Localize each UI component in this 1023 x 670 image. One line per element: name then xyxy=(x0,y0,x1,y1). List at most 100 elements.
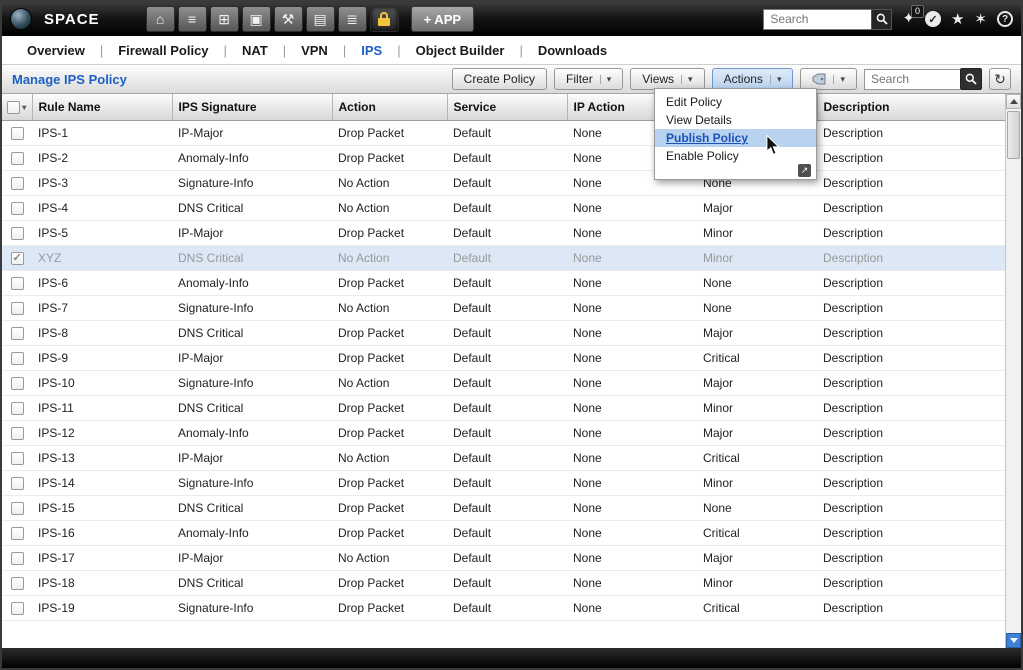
column-header-rule-name[interactable]: Rule Name xyxy=(32,94,173,121)
row-checkbox[interactable] xyxy=(10,151,24,165)
table-row[interactable]: IPS-19 Signature-Info Drop Packet Defaul… xyxy=(2,595,1006,621)
row-checkbox[interactable] xyxy=(10,176,24,190)
tile-devices-button[interactable]: ≡ xyxy=(177,6,207,32)
header-menu-arrow-icon[interactable]: ▾ xyxy=(22,103,26,112)
row-checkbox[interactable] xyxy=(10,201,24,215)
row-checkbox[interactable] xyxy=(10,376,24,390)
actions-dropdown-button[interactable]: Actions ▾ xyxy=(711,68,794,90)
filter-dropdown-button[interactable]: Filter ▾ xyxy=(554,68,624,90)
cell-ips-signature: IP-Major xyxy=(172,345,332,371)
network-status-button[interactable]: ✦ 0 xyxy=(902,5,924,28)
nav-tab-downloads[interactable]: Downloads xyxy=(523,43,622,58)
menu-item-publish-policy[interactable]: Publish Policy xyxy=(655,129,816,147)
menu-item-view-details[interactable]: View Details xyxy=(655,111,816,129)
table-row[interactable]: IPS-8 DNS Critical Drop Packet Default N… xyxy=(2,320,1006,346)
cell-ips-signature: DNS Critical xyxy=(172,495,332,521)
column-header-action[interactable]: Action xyxy=(332,94,448,121)
tile-images-button[interactable]: ▣ xyxy=(241,6,271,32)
scroll-up-button[interactable] xyxy=(1006,94,1021,109)
table-row[interactable]: IPS-11 DNS Critical Drop Packet Default … xyxy=(2,395,1006,421)
tag-dropdown-button[interactable]: ▾ xyxy=(800,68,857,90)
row-checkbox[interactable] xyxy=(10,126,24,140)
row-checkbox[interactable] xyxy=(10,451,24,465)
row-select-cell xyxy=(2,195,32,221)
star-icon[interactable]: ★ xyxy=(951,12,964,27)
column-header-description[interactable]: Description xyxy=(817,94,1006,121)
table-row[interactable]: IPS-17 IP-Major No Action Default None M… xyxy=(2,545,1006,571)
table-search-input[interactable] xyxy=(864,68,960,90)
table-row[interactable]: IPS-3 Signature-Info No Action Default N… xyxy=(2,170,1006,196)
table-row[interactable]: IPS-15 DNS Critical Drop Packet Default … xyxy=(2,495,1006,521)
global-search-input[interactable] xyxy=(763,8,872,30)
row-checkbox[interactable] xyxy=(10,476,24,490)
nav-tab-overview[interactable]: Overview xyxy=(12,43,100,58)
global-search-button[interactable] xyxy=(871,8,893,30)
nav-tab-nat[interactable]: NAT xyxy=(227,43,283,58)
table-row[interactable]: IPS-14 Signature-Info Drop Packet Defaul… xyxy=(2,470,1006,496)
scroll-thumb[interactable] xyxy=(1007,111,1021,159)
menu-item-enable-policy[interactable]: Enable Policy xyxy=(655,147,816,165)
table-row[interactable]: IPS-1 IP-Major Drop Packet Default None … xyxy=(2,120,1006,146)
cell-action: Drop Packet xyxy=(332,145,447,171)
cell-severity: Major xyxy=(697,545,817,571)
table-row[interactable]: IPS-2 Anomaly-Info Drop Packet Default N… xyxy=(2,145,1006,171)
nav-tab-ips[interactable]: IPS xyxy=(346,43,397,58)
row-checkbox[interactable] xyxy=(10,276,24,290)
nav-tab-vpn[interactable]: VPN xyxy=(286,43,343,58)
table-row[interactable]: IPS-12 Anomaly-Info Drop Packet Default … xyxy=(2,420,1006,446)
detach-menu-icon[interactable]: ↗ xyxy=(798,164,811,177)
cell-ips-signature: IP-Major xyxy=(172,445,332,471)
row-checkbox[interactable] xyxy=(10,526,24,540)
table-row[interactable]: IPS-13 IP-Major No Action Default None C… xyxy=(2,445,1006,471)
row-checkbox[interactable] xyxy=(10,601,24,615)
cell-description: Description xyxy=(817,420,1006,446)
tile-security-button[interactable] xyxy=(369,6,399,32)
scroll-down-button[interactable] xyxy=(1006,633,1021,648)
table-row[interactable]: IPS-6 Anomaly-Info Drop Packet Default N… xyxy=(2,270,1006,296)
column-header-service[interactable]: Service xyxy=(447,94,568,121)
table-row[interactable]: IPS-7 Signature-Info No Action Default N… xyxy=(2,295,1006,321)
status-check-button[interactable]: ✓ xyxy=(924,11,941,27)
table-row[interactable]: IPS-10 Signature-Info No Action Default … xyxy=(2,370,1006,396)
table-row[interactable]: IPS-5 IP-Major Drop Packet Default None … xyxy=(2,220,1006,246)
row-checkbox[interactable] xyxy=(10,576,24,590)
cell-description: Description xyxy=(817,220,1006,246)
cell-ips-signature: IP-Major xyxy=(172,120,332,146)
help-icon[interactable]: ? xyxy=(997,11,1013,27)
table-row[interactable]: IPS-9 IP-Major Drop Packet Default None … xyxy=(2,345,1006,371)
tile-tools-button[interactable]: ⚒ xyxy=(273,6,303,32)
search-icon xyxy=(876,13,888,25)
cell-severity: Major xyxy=(697,420,817,446)
select-all-checkbox[interactable] xyxy=(7,100,21,114)
table-row[interactable]: IPS-18 DNS Critical Drop Packet Default … xyxy=(2,570,1006,596)
row-checkbox[interactable] xyxy=(10,226,24,240)
row-checkbox[interactable] xyxy=(10,301,24,315)
row-checkbox[interactable] xyxy=(10,426,24,440)
refresh-button[interactable]: ↻ xyxy=(989,68,1011,90)
vertical-scrollbar[interactable] xyxy=(1005,94,1021,648)
row-checkbox[interactable] xyxy=(10,501,24,515)
row-checkbox[interactable] xyxy=(10,251,24,265)
tile-screens-button[interactable]: ⊞ xyxy=(209,6,239,32)
create-policy-button[interactable]: Create Policy xyxy=(451,68,548,90)
row-checkbox[interactable] xyxy=(10,401,24,415)
cell-action: Drop Packet xyxy=(332,595,447,621)
nav-tab-firewall-policy[interactable]: Firewall Policy xyxy=(103,43,223,58)
row-checkbox[interactable] xyxy=(10,351,24,365)
star-alt-icon[interactable]: ✶ xyxy=(974,12,987,27)
views-dropdown-button[interactable]: Views ▾ xyxy=(630,68,705,90)
row-checkbox[interactable] xyxy=(10,326,24,340)
tile-servers-button[interactable]: ≣ xyxy=(337,6,367,32)
table-search-button[interactable] xyxy=(960,68,982,90)
nav-tab-object-builder[interactable]: Object Builder xyxy=(401,43,520,58)
tile-reports-button[interactable]: ▤ xyxy=(305,6,335,32)
add-app-button[interactable]: + APP xyxy=(410,6,475,32)
column-header-ips-signature[interactable]: IPS Signature xyxy=(172,94,333,121)
table-row[interactable]: IPS-4 DNS Critical No Action Default Non… xyxy=(2,195,1006,221)
table-row[interactable]: IPS-16 Anomaly-Info Drop Packet Default … xyxy=(2,520,1006,546)
table-row[interactable]: XYZ DNS Critical No Action Default None … xyxy=(2,245,1006,271)
menu-item-edit-policy[interactable]: Edit Policy xyxy=(655,93,816,111)
tile-home-button[interactable]: ⌂ xyxy=(145,6,175,32)
row-checkbox[interactable] xyxy=(10,551,24,565)
select-all-header[interactable]: ▾ xyxy=(2,94,33,121)
